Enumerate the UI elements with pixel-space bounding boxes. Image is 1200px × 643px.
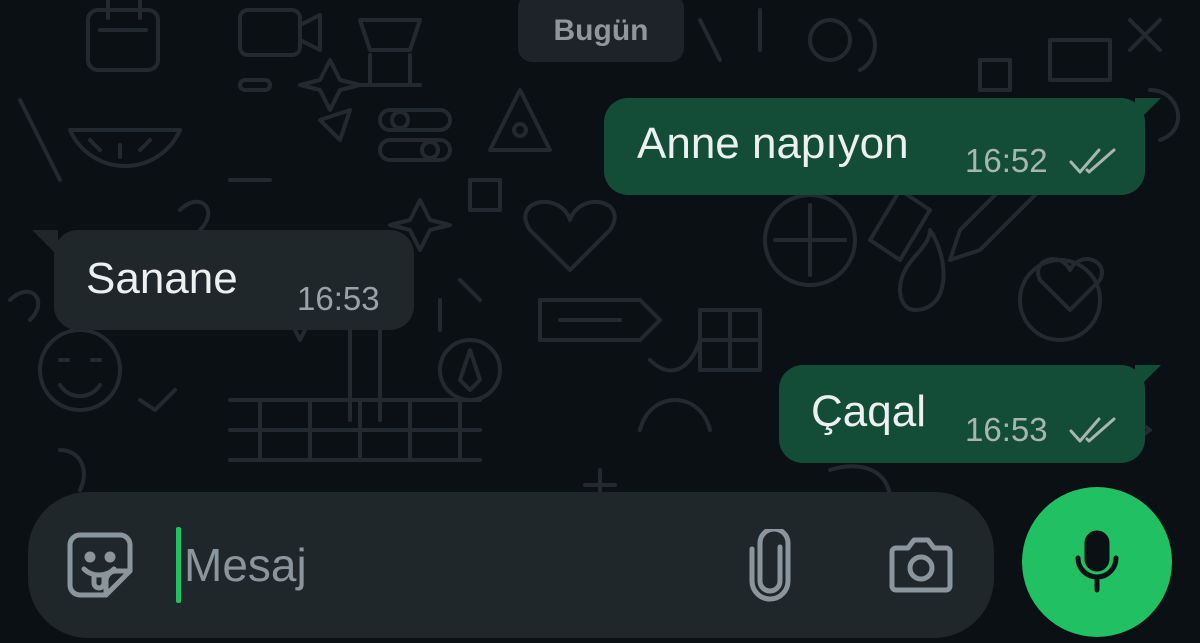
attach-paperclip-icon[interactable] [746, 529, 794, 603]
voice-message-button[interactable] [1022, 487, 1172, 637]
message-text: Sanane [86, 254, 238, 303]
message-time: 16:53 [297, 280, 380, 317]
message-time: 16:52 [965, 142, 1048, 179]
message-text: Anne napıyon [637, 119, 909, 168]
read-receipt-icon [1069, 417, 1116, 443]
message-bubble-outgoing[interactable]: Çaqal 16:53 [779, 365, 1145, 463]
bubble-tail [1135, 98, 1161, 124]
chat-background: Bugün Anne napıyon 16:52 Sanane 16:53 Ça… [0, 0, 1200, 643]
message-bubble-incoming[interactable]: Sanane 16:53 [54, 230, 414, 330]
camera-icon[interactable] [888, 536, 954, 594]
message-composer [28, 492, 994, 638]
microphone-icon [1075, 530, 1119, 593]
message-bubble-outgoing[interactable]: Anne napıyon 16:52 [604, 98, 1145, 195]
message-text: Çaqal [811, 387, 926, 436]
read-receipt-icon [1069, 148, 1116, 174]
sticker-icon[interactable] [66, 531, 134, 599]
message-input[interactable] [178, 522, 718, 608]
message-time: 16:53 [965, 411, 1048, 448]
date-chip: Bugün [518, 0, 684, 62]
bubble-tail [1135, 365, 1161, 391]
bubble-tail [32, 230, 58, 256]
